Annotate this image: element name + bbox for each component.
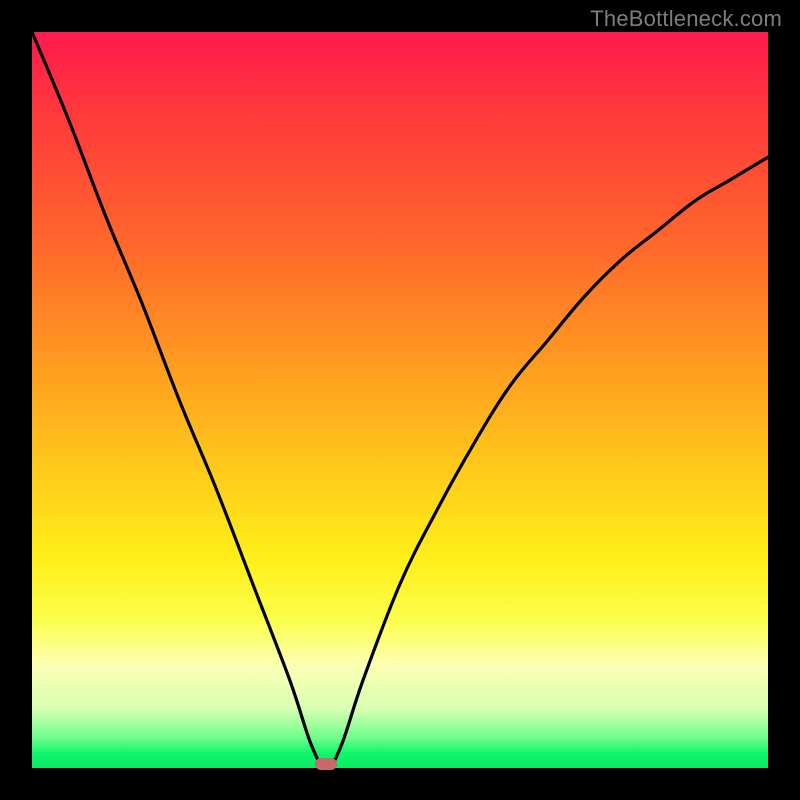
plot-area [32, 32, 768, 768]
minimum-marker [315, 758, 337, 770]
bottleneck-curve [32, 32, 768, 768]
watermark-label: TheBottleneck.com [590, 6, 782, 32]
chart-frame: TheBottleneck.com [0, 0, 800, 800]
